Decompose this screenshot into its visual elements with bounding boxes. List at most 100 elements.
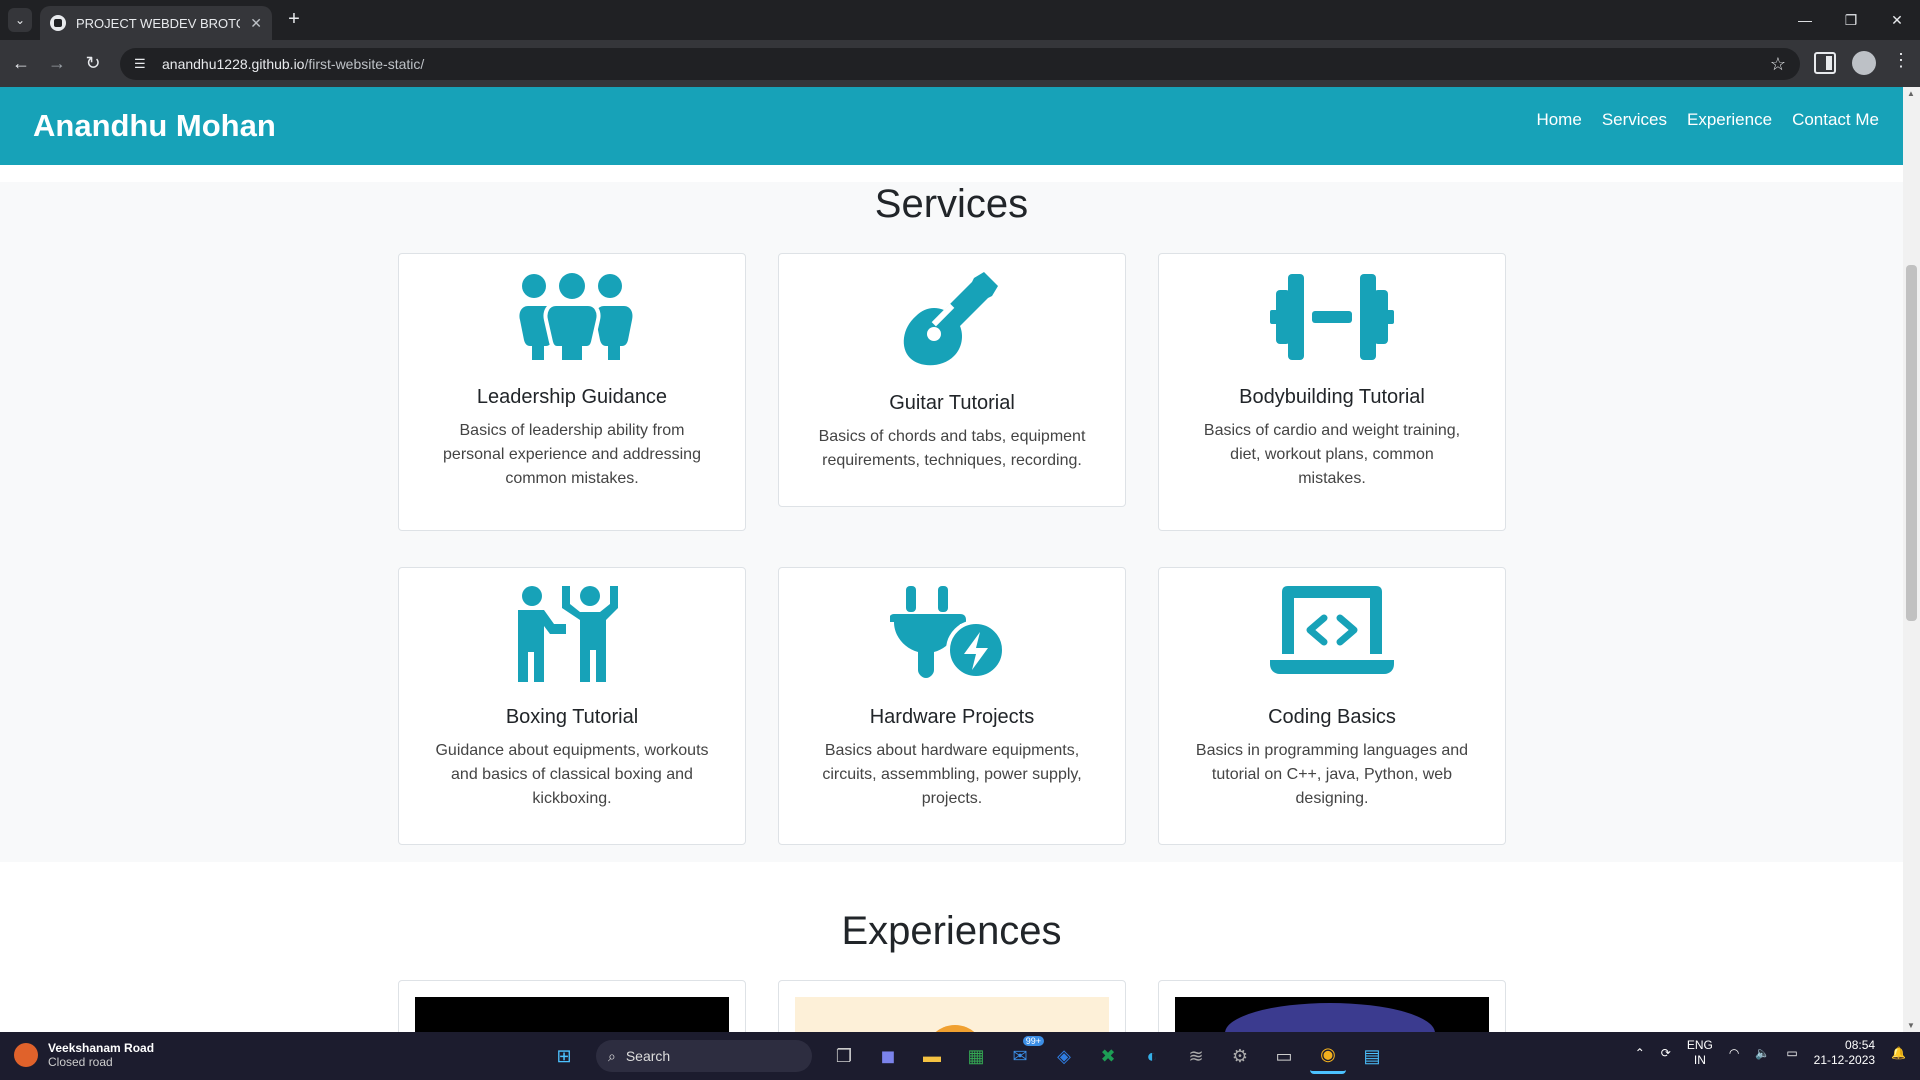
- system-tray: ⌃ ⟳ ENG IN ◠ 🔈 ▭ 08:54 21-12-2023 🔔: [1635, 1038, 1906, 1068]
- scrollbar-thumb[interactable]: [1906, 265, 1917, 621]
- chrome-icon[interactable]: ◉: [1310, 1038, 1346, 1074]
- service-text: Basics of cardio and weight training, di…: [1203, 422, 1461, 487]
- volume-icon[interactable]: 🔈: [1755, 1046, 1770, 1060]
- start-windows-icon[interactable]: ⊞: [546, 1038, 582, 1074]
- experience-image: [1175, 997, 1489, 1032]
- close-window-icon[interactable]: ✕: [1874, 0, 1920, 40]
- page-viewport: Anandhu Mohan Home Services Experience C…: [0, 87, 1920, 1032]
- taskbar-apps: ⊞ ⌕ Search ❐ ◼ ▬ ▦ ✉ 99+ ◈ ✖ ◐ ≋ ⚙ ▭ ◉ ▤: [546, 1036, 1390, 1074]
- tab-close-icon[interactable]: ✕: [250, 15, 262, 32]
- experience-image: [415, 997, 729, 1032]
- tab-favicon-icon: [50, 15, 66, 31]
- site-nav: Home Services Experience Contact Me: [1536, 110, 1879, 130]
- search-icon: ⌕: [608, 1047, 616, 1064]
- terminal-icon[interactable]: ▭: [1266, 1038, 1302, 1074]
- experience-image: [795, 997, 1109, 1032]
- tab-search-dropdown[interactable]: ⌄: [8, 8, 32, 32]
- browser-toolbar: ← → ↻ ☰ anandhu1228.github.io/first-webs…: [0, 40, 1920, 87]
- services-heading: Services: [874, 182, 1029, 226]
- bookmark-star-icon[interactable]: ☆: [1770, 54, 1786, 75]
- language-indicator[interactable]: ENG IN: [1687, 1038, 1713, 1068]
- edge-icon[interactable]: ◐: [1134, 1038, 1170, 1074]
- guitar-icon: [903, 272, 998, 366]
- side-panel-icon[interactable]: [1814, 52, 1836, 74]
- chevron-up-icon[interactable]: ⌃: [1635, 1046, 1645, 1060]
- nav-services-link[interactable]: Services: [1602, 110, 1667, 130]
- site-header: Anandhu Mohan Home Services Experience C…: [0, 87, 1903, 165]
- service-card-guitar: Guitar Tutorial Basics of chords and tab…: [778, 253, 1126, 507]
- taskbar-search[interactable]: ⌕ Search: [596, 1040, 812, 1072]
- mail-badge: 99+: [1022, 1036, 1044, 1046]
- service-card-hardware: Hardware Projects Basics about hardware …: [778, 567, 1126, 845]
- url-path: /first-website-static/: [304, 56, 425, 72]
- url-host: anandhu1228.github.io: [162, 56, 305, 72]
- app-lines-icon[interactable]: ≋: [1178, 1038, 1214, 1074]
- battery-icon[interactable]: ▭: [1786, 1046, 1797, 1060]
- service-title: Boxing Tutorial: [505, 706, 639, 728]
- experience-card-2: [778, 980, 1126, 1032]
- settings-gear-icon[interactable]: ⚙: [1222, 1038, 1258, 1074]
- url-text: anandhu1228.github.io/first-website-stat…: [162, 56, 424, 72]
- scroll-up-icon[interactable]: ▲: [1907, 89, 1915, 98]
- address-bar[interactable]: ☰ anandhu1228.github.io/first-website-st…: [120, 48, 1800, 80]
- tab-title: PROJECT WEBDEV BROTOTYPE: [76, 15, 240, 31]
- plug-bolt-icon: [890, 586, 1006, 680]
- reload-icon[interactable]: ↻: [80, 51, 106, 77]
- service-title: Leadership Guidance: [476, 386, 668, 408]
- mail-icon[interactable]: ✉ 99+: [1002, 1036, 1044, 1074]
- browser-tab[interactable]: PROJECT WEBDEV BROTOTYPE ✕: [40, 6, 272, 40]
- boxing-people-icon: [518, 586, 618, 682]
- profile-avatar[interactable]: [1852, 51, 1876, 75]
- experience-card-1: [398, 980, 746, 1032]
- laptop-code-icon: [1270, 586, 1394, 674]
- service-card-coding: Coding Basics Basics in programming lang…: [1158, 567, 1506, 845]
- scroll-down-icon[interactable]: ▼: [1907, 1021, 1915, 1030]
- weather-widget[interactable]: Veekshanam Road Closed road: [14, 1041, 154, 1069]
- traffic-alert-icon: [14, 1043, 38, 1067]
- service-title: Coding Basics: [1268, 706, 1396, 728]
- restore-icon[interactable]: ❐: [1828, 0, 1874, 40]
- weather-subtitle: Closed road: [48, 1055, 113, 1069]
- nav-contact-link[interactable]: Contact Me: [1792, 110, 1879, 130]
- forward-arrow-icon[interactable]: →: [44, 51, 70, 77]
- service-text: Basics in programming languages and tuto…: [1195, 742, 1469, 807]
- lang-secondary: IN: [1693, 1053, 1706, 1067]
- page-scrollbar[interactable]: ▲ ▼: [1903, 87, 1920, 1032]
- site-brand[interactable]: Anandhu Mohan: [33, 108, 276, 144]
- minimize-icon[interactable]: —: [1782, 0, 1828, 40]
- sync-icon[interactable]: ⟳: [1661, 1046, 1671, 1060]
- service-text: Guidance about equipments, workouts and …: [435, 742, 709, 807]
- back-arrow-icon[interactable]: ←: [8, 51, 34, 77]
- teams-icon[interactable]: ◼: [870, 1038, 906, 1074]
- nav-home-link[interactable]: Home: [1536, 110, 1581, 130]
- clock[interactable]: 08:54 21-12-2023: [1814, 1038, 1875, 1068]
- service-text: Basics of leadership ability from person…: [443, 422, 701, 487]
- taskbar-search-label: Search: [625, 1048, 671, 1064]
- menu-kebab-icon[interactable]: ⋮: [1892, 50, 1910, 71]
- dumbbell-icon: [1270, 274, 1394, 360]
- file-explorer-icon[interactable]: ▬: [914, 1038, 950, 1074]
- wifi-icon[interactable]: ◠: [1729, 1046, 1739, 1060]
- sheets-icon[interactable]: ▦: [958, 1038, 994, 1074]
- people-group-icon: [519, 273, 633, 362]
- nav-experience-link[interactable]: Experience: [1687, 110, 1772, 130]
- notification-bell-icon[interactable]: 🔔: [1891, 1046, 1906, 1060]
- service-text: Basics of chords and tabs, equipment req…: [818, 428, 1086, 469]
- lang-primary: ENG: [1686, 1038, 1713, 1052]
- excel-icon[interactable]: ✖: [1090, 1038, 1126, 1074]
- service-card-leadership: Leadership Guidance Basics of leadership…: [398, 253, 746, 531]
- service-title: Bodybuilding Tutorial: [1239, 386, 1425, 408]
- window-controls: — ❐ ✕: [1782, 0, 1920, 40]
- windows-taskbar: Veekshanam Road Closed road ⊞ ⌕ Search ❐…: [0, 1032, 1920, 1080]
- new-tab-button[interactable]: +: [282, 8, 306, 32]
- service-card-boxing: Boxing Tutorial Guidance about equipment…: [398, 567, 746, 845]
- experiences-heading: Experiences: [841, 909, 1062, 953]
- notepad-icon[interactable]: ▤: [1354, 1038, 1390, 1074]
- clock-date: 21-12-2023: [1813, 1053, 1876, 1067]
- clock-time: 08:54: [1845, 1038, 1876, 1052]
- task-view-icon[interactable]: ❐: [826, 1038, 862, 1074]
- service-title: Hardware Projects: [869, 706, 1035, 728]
- site-info-icon[interactable]: ☰: [134, 56, 150, 72]
- store-icon[interactable]: ◈: [1046, 1038, 1082, 1074]
- service-title: Guitar Tutorial: [889, 392, 1015, 414]
